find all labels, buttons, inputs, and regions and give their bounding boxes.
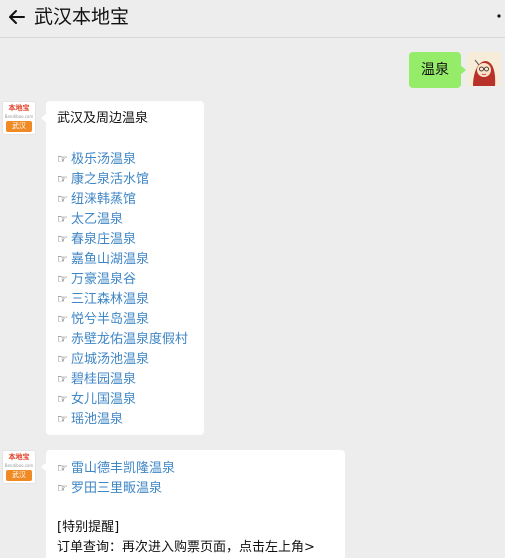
- pointing-hand-icon: ☞: [57, 212, 68, 226]
- spring-link-text[interactable]: 女儿国温泉: [71, 392, 136, 407]
- pointing-hand-icon: ☞: [57, 372, 68, 386]
- spring-list: ☞ 极乐汤温泉 ☞ 康之泉活水馆 ☞ 纽涞韩蒸馆 ☞ 太乙温泉 ☞ 春泉庄温泉 ☞ 嘉鱼山湖温泉 ☞ 万豪…: [57, 149, 193, 429]
- pointing-hand-icon: ☞: [57, 352, 68, 366]
- spring-link[interactable]: ☞ 极乐汤温泉: [57, 149, 193, 169]
- spring-link[interactable]: ☞ 雷山德丰凯隆温泉: [57, 458, 334, 478]
- spring-link[interactable]: ☞ 纽涞韩蒸馆: [57, 189, 193, 209]
- spring-link[interactable]: ☞ 瑶池温泉: [57, 409, 193, 429]
- spring-link[interactable]: ☞ 女儿国温泉: [57, 389, 193, 409]
- spring-link-text[interactable]: 春泉庄温泉: [71, 232, 136, 247]
- pointing-hand-icon: ☞: [57, 172, 68, 186]
- spring-link[interactable]: ☞ 悦兮半岛温泉: [57, 309, 193, 329]
- spring-link-text[interactable]: 应城汤池温泉: [71, 352, 149, 367]
- incoming-bubble: ☞ 雷山德丰凯隆温泉 ☞ 罗田三里畈温泉 [特别提醒] 订单查询：再次进入购票页面，点…: [41, 450, 345, 558]
- incoming-bubble: 武汉及周边温泉 ☞ 极乐汤温泉 ☞ 康之泉活水馆 ☞ 纽涞韩蒸馆 ☞ 太乙温泉 ☞ 春泉庄温泉 ☞ 嘉…: [41, 101, 204, 435]
- outgoing-bubble[interactable]: 温泉: [409, 52, 466, 88]
- bot-avatar-sub: Bendibao.com: [4, 114, 34, 119]
- spring-link[interactable]: ☞ 春泉庄温泉: [57, 229, 193, 249]
- message-heading: 武汉及周边温泉: [57, 111, 149, 126]
- spring-link-text[interactable]: 悦兮半岛温泉: [71, 312, 149, 327]
- pointing-hand-icon: ☞: [57, 392, 68, 406]
- notice-title: [特别提醒]: [57, 520, 120, 535]
- pointing-hand-icon: ☞: [57, 312, 68, 326]
- spring-link-text[interactable]: 赤壁龙佑温泉度假村: [71, 332, 188, 347]
- chat-title: 武汉本地宝: [34, 6, 130, 28]
- spring-link-text[interactable]: 碧桂园温泉: [71, 372, 136, 387]
- spring-link-text[interactable]: 极乐汤温泉: [71, 152, 136, 167]
- spring-link-text[interactable]: 嘉鱼山湖温泉: [71, 252, 149, 267]
- bot-avatar[interactable]: 本地宝 Bendibao.com 武汉: [2, 101, 36, 135]
- spring-link[interactable]: ☞ 赤壁龙佑温泉度假村: [57, 329, 193, 349]
- user-avatar[interactable]: [467, 52, 501, 86]
- bot-avatar-city: 武汉: [6, 121, 32, 132]
- outgoing-message: 温泉: [0, 50, 505, 94]
- spring-list: ☞ 雷山德丰凯隆温泉 ☞ 罗田三里畈温泉: [57, 458, 334, 498]
- spring-link-text[interactable]: 雷山德丰凯隆温泉: [71, 461, 175, 476]
- spring-link-text[interactable]: 康之泉活水馆: [71, 172, 149, 187]
- spring-link[interactable]: ☞ 罗田三里畈温泉: [57, 478, 334, 498]
- spring-link[interactable]: ☞ 康之泉活水馆: [57, 169, 193, 189]
- spring-link-text[interactable]: 罗田三里畈温泉: [71, 481, 162, 496]
- notice-line: 订单查询：再次进入购票页面，点击左上角>: [57, 540, 315, 555]
- spring-link-text[interactable]: 万豪温泉谷: [71, 272, 136, 287]
- spring-link[interactable]: ☞ 应城汤池温泉: [57, 349, 193, 369]
- pointing-hand-icon: ☞: [57, 192, 68, 206]
- spring-link-text[interactable]: 纽涞韩蒸馆: [71, 192, 136, 207]
- bot-avatar-city: 武汉: [6, 470, 32, 481]
- pointing-hand-icon: ☞: [57, 292, 68, 306]
- pointing-hand-icon: ☞: [57, 461, 68, 475]
- pointing-hand-icon: ☞: [57, 272, 68, 286]
- pointing-hand-icon: ☞: [57, 332, 68, 346]
- spring-link[interactable]: ☞ 太乙温泉: [57, 209, 193, 229]
- spring-link-text[interactable]: 太乙温泉: [71, 212, 123, 227]
- spring-link[interactable]: ☞ 万豪温泉谷: [57, 269, 193, 289]
- more-dots-icon[interactable]: [497, 14, 501, 18]
- chat-header: 武汉本地宝: [0, 0, 505, 38]
- bot-avatar[interactable]: 本地宝 Bendibao.com 武汉: [2, 450, 36, 484]
- spring-link[interactable]: ☞ 嘉鱼山湖温泉: [57, 249, 193, 269]
- spring-link[interactable]: ☞ 碧桂园温泉: [57, 369, 193, 389]
- arrow-left-icon[interactable]: [6, 6, 28, 28]
- bot-avatar-sub: Bendibao.com: [4, 463, 34, 468]
- pointing-hand-icon: ☞: [57, 252, 68, 266]
- pointing-hand-icon: ☞: [57, 152, 68, 166]
- pointing-hand-icon: ☞: [57, 412, 68, 426]
- pointing-hand-icon: ☞: [57, 481, 68, 495]
- spring-link[interactable]: ☞ 三江森林温泉: [57, 289, 193, 309]
- spring-link-text[interactable]: 三江森林温泉: [71, 292, 149, 307]
- pointing-hand-icon: ☞: [57, 232, 68, 246]
- spring-link-text[interactable]: 瑶池温泉: [71, 412, 123, 427]
- user-avatar-image: [467, 52, 501, 86]
